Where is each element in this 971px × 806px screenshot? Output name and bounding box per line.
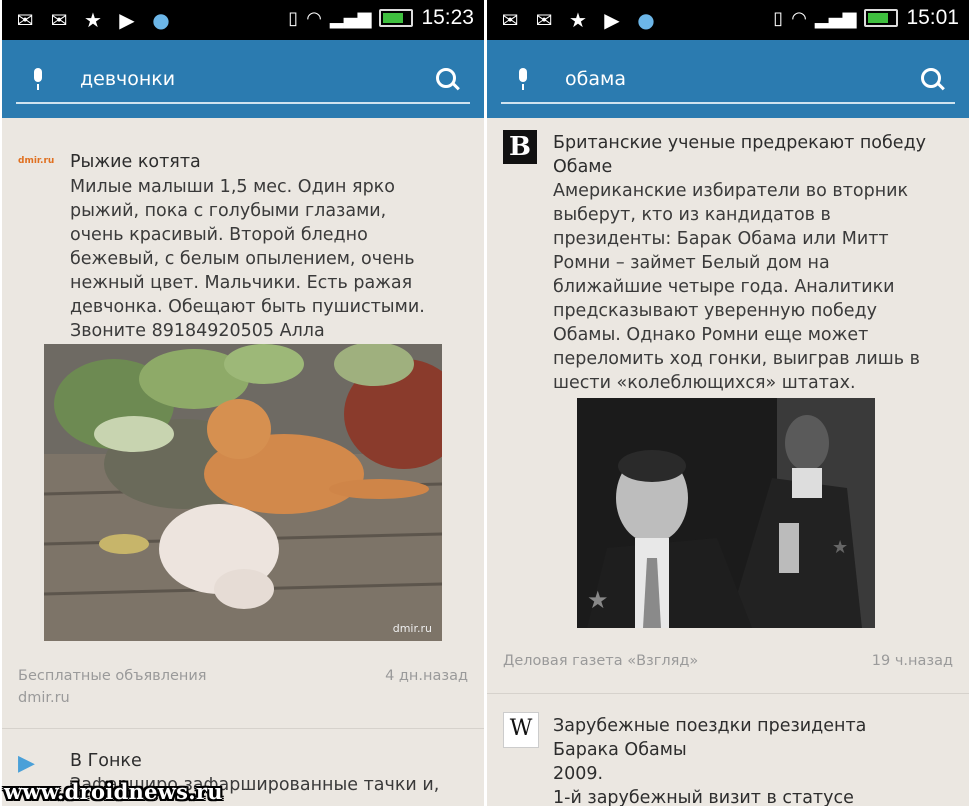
search-result-card[interactable]: W Зарубежные поездки президента Барака О… — [487, 694, 969, 806]
play-store-icon: ▶ — [18, 751, 35, 776]
source-logo-icon: B — [503, 130, 537, 164]
wikipedia-icon: W — [503, 712, 539, 748]
search-icon[interactable] — [921, 68, 941, 88]
search-result-card[interactable]: dmir.ru Рыжие котята Милые малыши 1,5 ме… — [2, 118, 484, 728]
search-icon[interactable] — [436, 68, 456, 88]
clock: 15:23 — [421, 6, 474, 29]
signal-icon: ▂▄▆ — [329, 7, 372, 29]
result-title[interactable]: Рыжие котята — [70, 150, 201, 174]
result-title[interactable]: Британские ученые предрекают победу Обам… — [553, 131, 926, 179]
result-snippet: Милые малыши 1,5 мес. Один ярко рыжий, п… — [70, 177, 425, 341]
site-watermark: www.droidnews.ru — [4, 779, 223, 804]
microphone-icon[interactable] — [32, 68, 44, 92]
mail-icon: ✉ — [16, 8, 34, 32]
vibrate-icon: ▯ — [773, 7, 784, 29]
search-bar: девчонки — [2, 40, 484, 118]
result-title[interactable]: Зарубежные поездки президента Барака Оба… — [553, 714, 866, 806]
chat-bubble-icon: ● — [152, 8, 170, 32]
mail-icon: ✉ — [535, 8, 553, 32]
phone-screen-right: ✉ ✉ ★ ▶ ● ▯ ◠ ▂▄▆ 15:01 обама B Британск… — [487, 0, 969, 806]
result-age: 4 дн.назад — [385, 668, 468, 684]
source-name: Бесплатные объявления — [18, 668, 207, 684]
result-age: 19 ч.назад — [871, 653, 953, 669]
search-result-card[interactable]: B Британские ученые предрекают победу Об… — [487, 118, 969, 693]
star-icon: ★ — [84, 8, 102, 32]
clock: 15:01 — [906, 6, 959, 29]
search-query[interactable]: обама — [565, 68, 626, 90]
source-logo: dmir.ru — [18, 156, 55, 166]
battery-icon — [379, 9, 414, 27]
svg-text:★: ★ — [587, 586, 609, 614]
search-field[interactable]: девчонки — [16, 60, 470, 104]
vibrate-icon: ▯ — [288, 7, 299, 29]
mail-icon: ✉ — [50, 8, 68, 32]
star-icon: ★ — [569, 8, 587, 32]
source-domain: dmir.ru — [18, 690, 70, 706]
result-snippet: Американские избиратели во вторник выбер… — [553, 181, 920, 393]
chat-bubble-icon: ● — [637, 8, 655, 32]
status-bar: ✉ ✉ ★ ▶ ● ▯ ◠ ▂▄▆ 15:23 — [2, 0, 484, 40]
status-bar: ✉ ✉ ★ ▶ ● ▯ ◠ ▂▄▆ 15:01 — [487, 0, 969, 40]
wifi-icon: ◠ — [791, 7, 807, 29]
search-bar: обама — [487, 40, 969, 118]
play-store-icon: ▶ — [604, 8, 620, 32]
wifi-icon: ◠ — [306, 7, 322, 29]
mail-icon: ✉ — [501, 8, 519, 32]
image-watermark: dmir.ru — [392, 622, 432, 635]
phone-screen-left: ✉ ✉ ★ ▶ ● ▯ ◠ ▂▄▆ 15:23 девчонки dmir.ru… — [2, 0, 484, 806]
result-image-candidates[interactable]: ★ ★ — [577, 398, 875, 628]
play-store-icon: ▶ — [119, 8, 135, 32]
source-name: Деловая газета «Взгляд» — [503, 653, 699, 669]
search-query[interactable]: девчонки — [80, 68, 175, 90]
microphone-icon[interactable] — [517, 68, 529, 92]
result-title[interactable]: В Гонке — [70, 749, 142, 773]
signal-icon: ▂▄▆ — [814, 7, 857, 29]
svg-text:★: ★ — [832, 537, 848, 558]
search-field[interactable]: обама — [501, 60, 955, 104]
battery-icon — [864, 9, 899, 27]
result-image-kittens[interactable]: dmir.ru — [44, 344, 442, 641]
